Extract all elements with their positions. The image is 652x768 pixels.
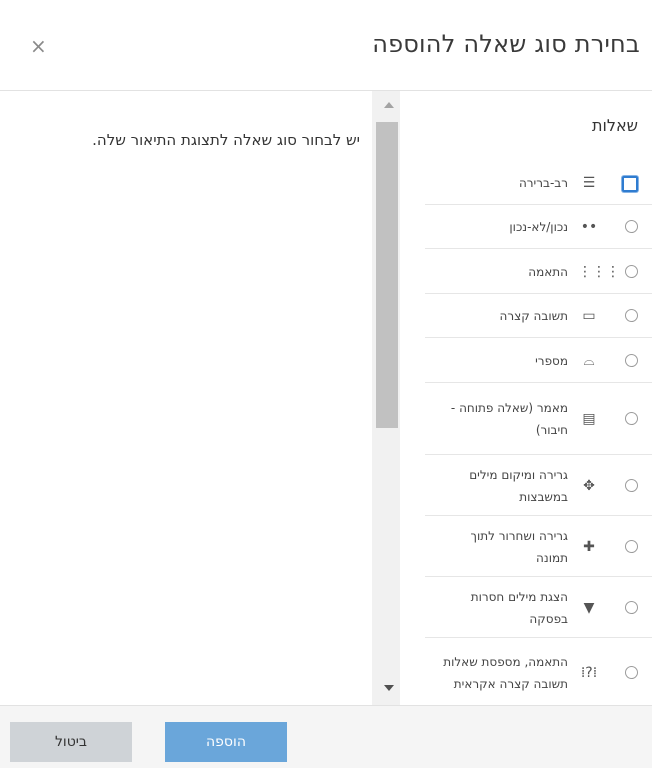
question-type-radio[interactable]	[625, 479, 638, 492]
scroll-thumb[interactable]	[376, 122, 398, 428]
question-type-label: מספרי	[535, 354, 568, 368]
question-type-label: נכון/לא-נכון	[509, 220, 568, 234]
question-type-option[interactable]: ▤ מאמר (שאלה פתוחה - חיבור)	[425, 383, 652, 455]
question-type-radio[interactable]	[625, 601, 638, 614]
question-type-option[interactable]: ☰ רב-ברירה	[425, 160, 652, 205]
drag-image-icon: ✚	[583, 539, 595, 555]
question-type-label: רב-ברירה	[518, 176, 568, 190]
cancel-button[interactable]: ביטול	[10, 722, 132, 762]
question-type-option[interactable]: ✥ גרירה ומיקום מילים במשבצות	[425, 455, 652, 516]
grid-dots-icon: ⋮⋮⋮	[578, 264, 620, 280]
scroll-down-arrow-icon[interactable]	[384, 685, 394, 691]
question-type-radio[interactable]	[622, 176, 638, 192]
question-type-label: תשובה קצרה	[499, 309, 569, 323]
close-icon[interactable]: ×	[30, 36, 47, 56]
drag-words-icon: ✥	[583, 478, 595, 494]
dialog-footer: ביטול הוספה	[0, 705, 652, 768]
dialog-header: בחירת סוג שאלה להוספה ×	[0, 0, 652, 91]
dropdown-icon: ▼	[583, 600, 595, 616]
question-type-label: הצגת מילים חסרות בפסקה	[470, 590, 568, 626]
question-description: יש לבחור סוג שאלה לתצוגת התיאור שלה.	[92, 131, 360, 149]
question-type-radio[interactable]	[625, 220, 638, 233]
question-type-option[interactable]: ⁞?⁞ התאמה, מספסת שאלות תשובה קצרה אקראית	[425, 638, 652, 708]
dialog-title: בחירת סוג שאלה להוספה	[372, 30, 640, 58]
question-type-label: גרירה ושחרור לתוך תמונה	[470, 529, 569, 565]
add-button[interactable]: הוספה	[165, 722, 287, 762]
short-answer-icon: ▭	[582, 308, 596, 324]
question-type-radio[interactable]	[625, 666, 638, 679]
question-type-label: התאמה, מספסת שאלות תשובה קצרה אקראית	[443, 655, 568, 691]
question-type-option[interactable]: ⌓ מספרי	[425, 338, 652, 383]
question-type-radio[interactable]	[625, 265, 638, 278]
question-type-option[interactable]: ▭ תשובה קצרה	[425, 294, 652, 338]
question-type-radio[interactable]	[625, 412, 638, 425]
random-match-icon: ⁞?⁞	[580, 665, 598, 681]
numerical-icon: ⌓	[583, 353, 595, 369]
question-type-radio[interactable]	[625, 354, 638, 367]
question-type-radio[interactable]	[625, 540, 638, 553]
question-type-option[interactable]: ⋮⋮⋮ התאמה	[425, 249, 652, 294]
question-type-label: גרירה ומיקום מילים במשבצות	[469, 468, 568, 504]
question-type-radio[interactable]	[625, 309, 638, 322]
question-type-option[interactable]: ▼ הצגת מילים חסרות בפסקה	[425, 577, 652, 638]
question-type-label: מאמר (שאלה פתוחה - חיבור)	[450, 401, 568, 437]
question-type-option[interactable]: ✚ גרירה ושחרור לתוך תמונה	[425, 516, 652, 577]
question-type-label: התאמה	[528, 265, 568, 279]
section-label-questions: שאלות	[592, 116, 638, 135]
essay-icon: ▤	[582, 411, 596, 427]
list-icon: ☰	[582, 175, 596, 191]
two-dots-icon: ••	[580, 219, 598, 235]
question-type-option[interactable]: •• נכון/לא-נכון	[425, 205, 652, 249]
scroll-up-arrow-icon[interactable]	[384, 102, 394, 108]
